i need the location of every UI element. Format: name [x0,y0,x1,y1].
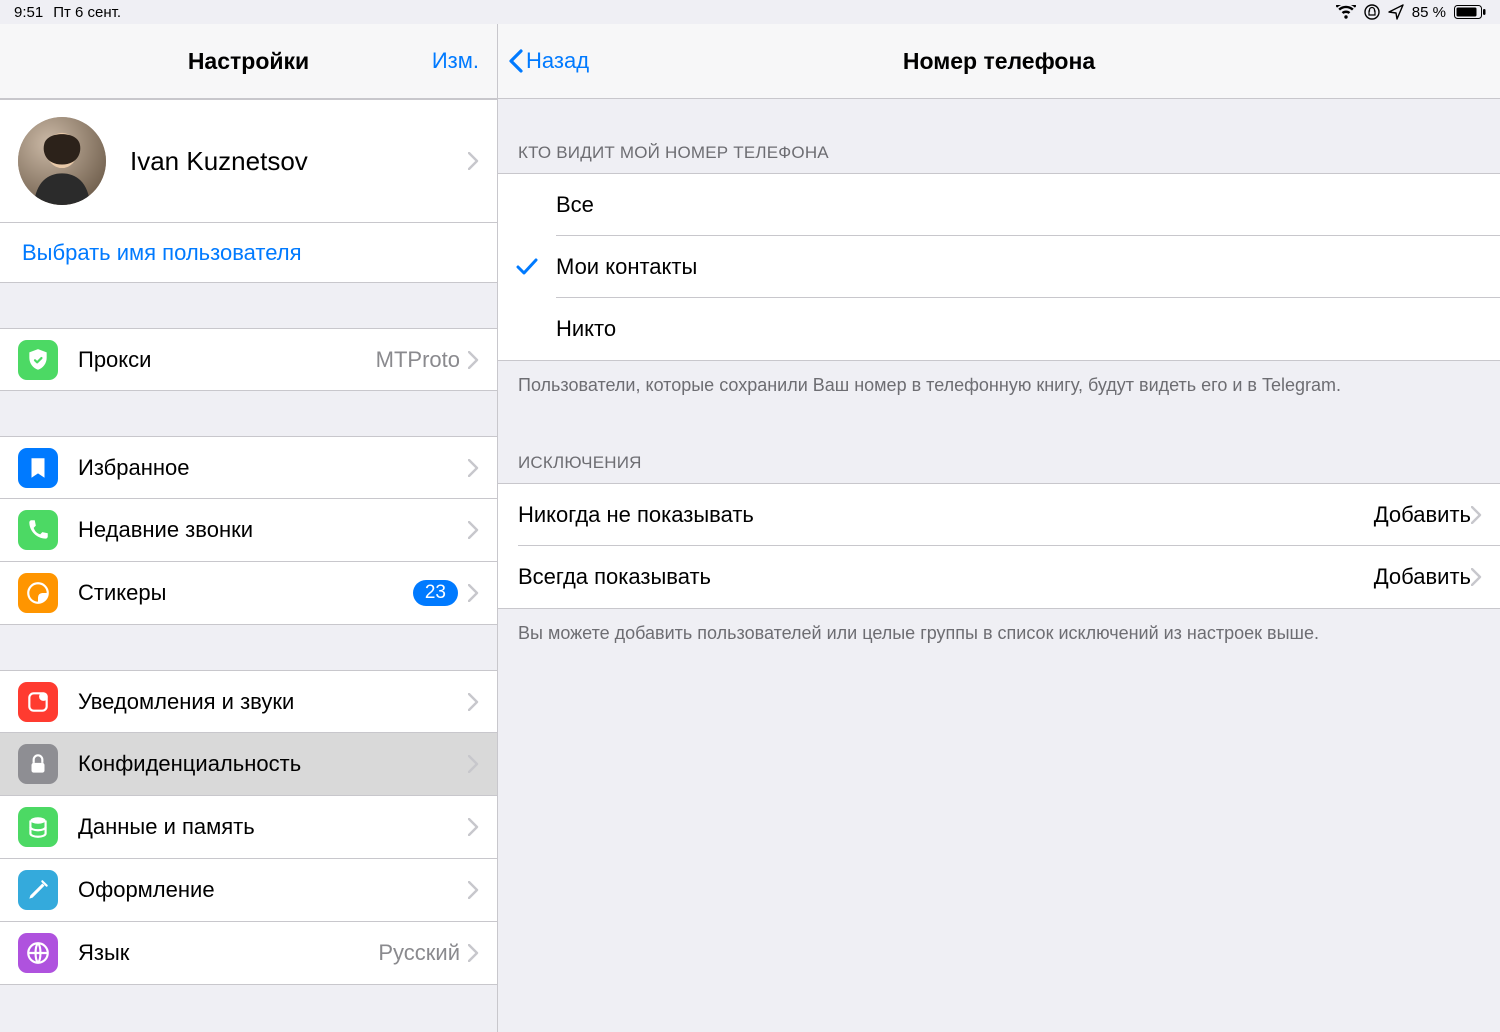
language-value: Русский [378,940,460,966]
option-contacts-label: Мои контакты [556,254,1482,280]
exceptions-header: ИСКЛЮЧЕНИЯ [498,453,1500,483]
chevron-right-icon [468,944,479,962]
notifications-row[interactable]: Уведомления и звуки [0,670,497,733]
status-time: 9:51 [14,4,43,21]
stickers-row[interactable]: Стикеры 23 [0,562,497,625]
location-icon [1388,4,1404,20]
set-username-link[interactable]: Выбрать имя пользователя [0,223,497,283]
detail-title: Номер телефона [903,48,1095,75]
battery-percent: 85 % [1412,4,1446,21]
back-label: Назад [526,48,589,74]
recent-calls-row[interactable]: Недавние звонки [0,499,497,562]
chevron-right-icon [1471,568,1482,586]
checkmark-icon [498,258,556,276]
settings-navbar: Настройки Изм. [0,24,497,99]
detail-navbar: Назад Номер телефона [498,24,1500,99]
appearance-icon [18,870,58,910]
stickers-label: Стикеры [78,580,413,606]
data-icon [18,807,58,847]
appearance-row[interactable]: Оформление [0,859,497,922]
chevron-right-icon [468,152,479,170]
chevron-right-icon [468,881,479,899]
never-show-label: Никогда не показывать [518,502,1374,528]
chevron-right-icon [468,584,479,602]
status-bar: 9:51 Пт 6 сент. 85 % [0,0,1500,24]
phone-icon [18,510,58,550]
option-nobody[interactable]: Никто [498,298,1500,360]
proxy-row[interactable]: Прокси MTProto [0,328,497,391]
always-show-label: Всегда показывать [518,564,1374,590]
wifi-icon [1336,5,1356,19]
lock-icon [18,744,58,784]
always-show-row[interactable]: Всегда показывать Добавить [498,546,1500,608]
status-date: Пт 6 сент. [53,4,121,21]
chevron-right-icon [468,351,479,369]
saved-messages-row[interactable]: Избранное [0,436,497,499]
who-sees-footer: Пользователи, которые сохранили Ваш номе… [498,361,1500,397]
settings-title: Настройки [188,48,309,75]
bookmark-icon [18,448,58,488]
who-sees-header: КТО ВИДИТ МОЙ НОМЕР ТЕЛЕФОНА [498,143,1500,173]
privacy-label: Конфиденциальность [78,751,468,777]
notifications-label: Уведомления и звуки [78,689,468,715]
detail-pane: Назад Номер телефона КТО ВИДИТ МОЙ НОМЕР… [498,24,1500,1032]
rotation-lock-icon [1364,4,1380,20]
back-button[interactable]: Назад [508,48,589,74]
calls-label: Недавние звонки [78,517,468,543]
option-contacts[interactable]: Мои контакты [498,236,1500,298]
always-show-value: Добавить [1374,564,1471,590]
language-row[interactable]: Язык Русский [0,922,497,985]
chevron-right-icon [468,818,479,836]
battery-icon [1454,5,1486,19]
proxy-value: MTProto [376,347,460,373]
option-nobody-label: Никто [556,316,1482,342]
chevron-right-icon [468,693,479,711]
option-everybody-label: Все [556,192,1482,218]
settings-pane: Настройки Изм. Iva [0,24,498,1032]
appearance-label: Оформление [78,877,468,903]
globe-icon [18,933,58,973]
notifications-icon [18,682,58,722]
edit-button[interactable]: Изм. [432,48,479,74]
set-username-label: Выбрать имя пользователя [22,240,301,266]
chevron-right-icon [468,521,479,539]
chevron-right-icon [1471,506,1482,524]
avatar [18,117,106,205]
saved-label: Избранное [78,455,468,481]
language-label: Язык [78,940,378,966]
profile-row[interactable]: Ivan Kuznetsov [0,99,497,223]
profile-name: Ivan Kuznetsov [130,146,468,177]
shield-icon [18,340,58,380]
never-show-value: Добавить [1374,502,1471,528]
option-everybody[interactable]: Все [498,174,1500,236]
privacy-row[interactable]: Конфиденциальность [0,733,497,796]
chevron-right-icon [468,459,479,477]
proxy-label: Прокси [78,347,376,373]
data-label: Данные и память [78,814,468,840]
sticker-icon [18,573,58,613]
data-storage-row[interactable]: Данные и память [0,796,497,859]
exceptions-footer: Вы можете добавить пользователей или цел… [498,609,1500,645]
stickers-badge: 23 [413,580,458,606]
chevron-right-icon [468,755,479,773]
never-show-row[interactable]: Никогда не показывать Добавить [498,484,1500,546]
